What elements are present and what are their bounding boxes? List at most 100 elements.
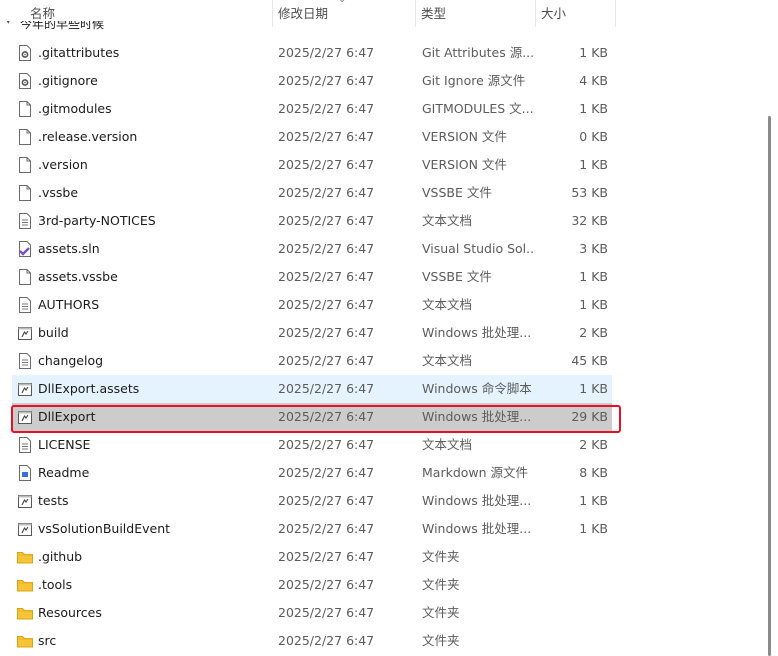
file-type: Windows 批处理... (422, 325, 532, 340)
file-type: GITMODULES 文... (422, 101, 534, 116)
batch-file-icon (18, 381, 32, 397)
file-row[interactable]: Resources 2025/2/27 6:47 文件夹 (12, 599, 612, 627)
file-type: Windows 批处理... (422, 493, 532, 508)
file-modified-date: 2025/2/27 6:47 (278, 577, 375, 592)
file-modified-date: 2025/2/27 6:47 (278, 465, 375, 480)
file-modified-date: 2025/2/27 6:47 (278, 45, 375, 60)
folder-icon (17, 606, 33, 622)
file-type: 文本文档 (422, 213, 473, 228)
file-size: 32 KB (571, 213, 608, 228)
file-row[interactable]: .gitignore 2025/2/27 6:47 Git Ignore 源文件 4 … (12, 67, 612, 95)
batch-file-icon (18, 493, 32, 509)
file-row[interactable]: AUTHORS 2025/2/27 6:47 文本文档 1 KB (12, 291, 612, 319)
file-modified-date: 2025/2/27 6:47 (278, 269, 375, 284)
file-size: 0 KB (579, 129, 608, 144)
file-name: .version (38, 157, 88, 172)
file-name: 3rd-party-NOTICES (38, 213, 156, 228)
column-divider[interactable] (415, 0, 416, 27)
scrollbar-thumb[interactable] (768, 116, 771, 656)
file-name: DllExport.assets (38, 381, 140, 396)
file-name: .gitignore (38, 73, 98, 88)
file-type: Git Attributes 源... (422, 45, 534, 60)
file-size: 1 KB (579, 297, 608, 312)
column-header-size[interactable]: 大小 (537, 0, 615, 27)
gear-file-icon (18, 73, 32, 89)
file-name: src (38, 633, 57, 648)
file-modified-date: 2025/2/27 6:47 (278, 437, 375, 452)
file-type: 文件夹 (422, 633, 460, 648)
file-row[interactable]: changelog 2025/2/27 6:47 文本文档 45 KB (12, 347, 612, 375)
file-type: Visual Studio Sol... (422, 241, 534, 256)
batch-file-icon (18, 521, 32, 537)
file-row[interactable]: build 2025/2/27 6:47 Windows 批处理... 2 KB (12, 319, 612, 347)
file-modified-date: 2025/2/27 6:47 (278, 325, 375, 340)
file-name: Readme (38, 465, 90, 480)
file-modified-date: 2025/2/27 6:47 (278, 129, 375, 144)
file-row[interactable]: tests 2025/2/27 6:47 Windows 批处理... 1 KB (12, 487, 612, 515)
file-row[interactable]: assets.vssbe 2025/2/27 6:47 VSSBE 文件 1 KB (12, 263, 612, 291)
file-size: 1 KB (579, 269, 608, 284)
file-row[interactable]: .gitmodules 2025/2/27 6:47 GITMODULES 文...… (12, 95, 612, 123)
file-modified-date: 2025/2/27 6:47 (278, 185, 375, 200)
file-name: .gitmodules (38, 101, 112, 116)
blank-file-icon (18, 157, 32, 173)
file-size: 1 KB (579, 521, 608, 536)
file-row[interactable]: .github 2025/2/27 6:47 文件夹 (12, 543, 612, 571)
file-modified-date: 2025/2/27 6:47 (278, 241, 375, 256)
file-type: Git Ignore 源文件 (422, 73, 526, 88)
file-name: tests (38, 493, 69, 508)
column-divider[interactable] (535, 0, 536, 27)
column-divider[interactable] (615, 0, 616, 27)
file-row[interactable]: LICENSE 2025/2/27 6:47 文本文档 2 KB (12, 431, 612, 459)
file-size: 1 KB (579, 381, 608, 396)
file-type: VERSION 文件 (422, 157, 507, 172)
file-size (538, 543, 608, 571)
file-size: 4 KB (579, 73, 608, 88)
file-row[interactable]: .tools 2025/2/27 6:47 文件夹 (12, 571, 612, 599)
file-type: 文件夹 (422, 549, 460, 564)
file-size (538, 571, 608, 599)
file-row[interactable]: 3rd-party-NOTICES 2025/2/27 6:47 文本文档 32 KB (12, 207, 612, 235)
file-modified-date: 2025/2/27 6:47 (278, 101, 375, 116)
file-row[interactable]: .release.version 2025/2/27 6:47 VERSION 文件… (12, 123, 612, 151)
file-name: .tools (38, 577, 73, 592)
group-header-label: 今年的早些时候 (20, 21, 105, 31)
folder-icon (17, 578, 33, 594)
file-type: Windows 命令脚本 (422, 381, 532, 396)
text-file-icon (18, 297, 32, 313)
vertical-scrollbar[interactable] (764, 0, 778, 656)
file-row[interactable]: src 2025/2/27 6:47 文件夹 (12, 627, 612, 655)
file-name: assets.vssbe (38, 269, 118, 284)
file-modified-date: 2025/2/27 6:47 (278, 605, 375, 620)
file-size: 45 KB (571, 353, 608, 368)
gear-file-icon (18, 45, 32, 61)
file-row[interactable]: DllExport.assets 2025/2/27 6:47 Windows 命令… (12, 375, 612, 403)
annotation-highlight-box (11, 405, 621, 433)
file-modified-date: 2025/2/27 6:47 (278, 73, 375, 88)
file-row[interactable]: .version 2025/2/27 6:47 VERSION 文件 1 KB (12, 151, 612, 179)
file-row[interactable]: Readme 2025/2/27 6:47 Markdown 源文件 8 KB (12, 459, 612, 487)
visual-studio-icon (18, 241, 32, 257)
file-size: 8 KB (579, 465, 608, 480)
blank-file-icon (18, 129, 32, 145)
file-row[interactable]: assets.sln 2025/2/27 6:47 Visual Studio So… (12, 235, 612, 263)
file-name: vsSolutionBuildEvent (38, 521, 171, 536)
file-type: Windows 批处理... (422, 521, 532, 536)
file-modified-date: 2025/2/27 6:47 (278, 493, 375, 508)
group-header[interactable]: ▾ 今年的早些时候 (0, 21, 135, 31)
file-row[interactable]: .gitattributes 2025/2/27 6:47 Git Attribut… (12, 39, 612, 67)
file-modified-date: 2025/2/27 6:47 (278, 297, 375, 312)
folder-icon (17, 634, 33, 650)
file-name: LICENSE (38, 437, 91, 452)
file-type: Markdown 源文件 (422, 465, 529, 480)
file-type: VERSION 文件 (422, 129, 507, 144)
file-size: 3 KB (579, 241, 608, 256)
file-row[interactable]: .vssbe 2025/2/27 6:47 VSSBE 文件 53 KB (12, 179, 612, 207)
file-row[interactable]: vsSolutionBuildEvent 2025/2/27 6:47 Window… (12, 515, 612, 543)
column-header-type[interactable]: 类型 (417, 0, 535, 27)
sort-chevron-icon: ⌄ (338, 0, 346, 5)
file-name: assets.sln (38, 241, 100, 256)
column-divider[interactable] (272, 0, 273, 27)
blank-file-icon (18, 101, 32, 117)
file-modified-date: 2025/2/27 6:47 (278, 521, 375, 536)
